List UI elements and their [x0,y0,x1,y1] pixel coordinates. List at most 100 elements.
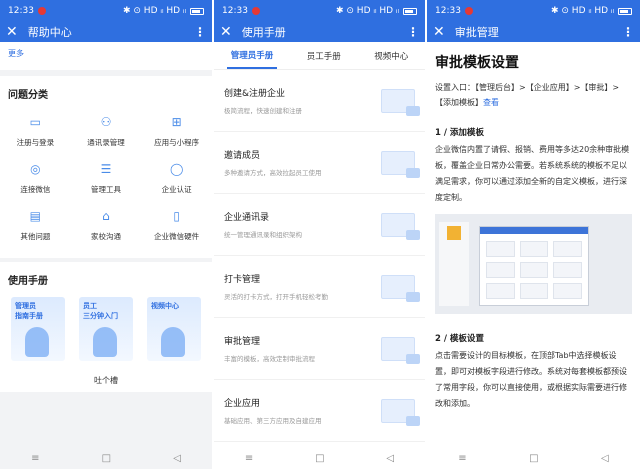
card-line2: 指南手册 [15,312,43,320]
more-menu-icon[interactable]: ⋮ [194,25,206,39]
sliders-icon: ☰ [100,162,112,176]
wechat-icon: ◎ [30,162,41,176]
guide-title: 审批管理 [224,337,261,347]
guide-title: 企业应用 [224,399,261,409]
manual-video-card[interactable]: 视频中心 [147,297,201,361]
guide-title: 企业通讯录 [224,213,270,223]
category-label: 应用与小程序 [154,138,200,147]
category-tools[interactable]: ☰ 管理工具 [71,162,142,195]
system-nav-bar: ≡ □ ◁ [427,447,640,469]
screenshot-dialog [479,226,589,306]
home-nav-icon[interactable]: □ [529,453,538,464]
status-bar: 12:33 ✱ ⊙ HD ᵢₗ HD ᵢₗ [427,0,640,22]
manual-tabs: 管理员手册 员工手册 视频中心 [214,42,425,70]
close-icon[interactable]: ✕ [433,25,445,39]
guide-item[interactable]: 创建&注册企业 极简流程，快速创建和注册 [214,70,425,132]
feedback-link[interactable]: 吐个槽 [0,367,212,386]
person-illustration-icon [161,327,185,357]
category-wechat[interactable]: ◎ 连接微信 [0,162,71,195]
page-title: 帮助中心 [27,26,72,39]
guide-item[interactable]: 企业应用基础应用、第三方应用及自建应用 [214,380,425,442]
category-label: 其他问题 [20,232,51,241]
category-other[interactable]: ▤ 其他问题 [0,209,71,242]
apps-grid-icon: ⊞ [171,115,182,129]
guide-subtitle: 统一管理通讯录和组织架构 [224,231,302,239]
more-link[interactable]: 更多 [0,42,212,70]
category-label: 管理工具 [90,185,121,194]
title-bar: ✕ 审批管理 ⋮ [427,22,640,42]
category-label: 注册与登录 [16,138,55,147]
apps-illustration-icon [381,398,420,426]
home-nav-icon[interactable]: □ [102,453,111,464]
person-illustration-icon [93,327,117,357]
back-nav-icon[interactable]: ◁ [386,453,394,464]
category-hardware[interactable]: ▯ 企业微信硬件 [141,209,212,242]
approval-management-screen: 12:33 ✱ ⊙ HD ᵢₗ HD ᵢₗ ✕ 审批管理 ⋮ 审批模板设置 设置… [427,0,640,469]
manuals-section: 使用手册 管理员指南手册 员工三分钟入门 视频中心 吐个槽 [0,262,212,392]
signal-icons: ✱ ⊙ HD ᵢₗ HD ᵢₗ [336,6,399,16]
clock-in-illustration-icon [381,274,420,302]
category-school[interactable]: ⌂ 家校沟通 [71,209,142,242]
page-title: 使用手册 [241,26,286,39]
invite-illustration-icon [381,150,420,178]
page-title: 审批管理 [454,26,499,39]
close-icon[interactable]: ✕ [220,25,232,39]
battery-icon [403,7,417,15]
guide-title: 创建&注册企业 [224,89,286,99]
guide-subtitle: 基础应用、第三方应用及自建应用 [224,417,322,425]
category-label: 企业微信硬件 [154,232,200,241]
tab-admin-manual[interactable]: 管理员手册 [226,43,278,69]
guide-subtitle: 丰富的模板，高效定制审批流程 [224,355,315,363]
device-icon: ▯ [173,209,180,223]
notification-icon [464,7,473,15]
view-link[interactable]: 查看 [483,98,499,107]
category-label: 连接微信 [20,185,51,194]
back-nav-icon[interactable]: ◁ [601,453,609,464]
home-nav-icon[interactable]: □ [315,453,324,464]
status-time: 12:33 [222,6,248,16]
chart-doc-icon: ▤ [29,209,41,223]
menu-nav-icon[interactable]: ≡ [458,453,466,464]
guide-subtitle: 灵活的打卡方式，打开手机轻松考勤 [224,293,328,301]
menu-nav-icon[interactable]: ≡ [31,453,39,464]
tab-video-center[interactable]: 视频中心 [370,44,412,68]
manual-admin-card[interactable]: 管理员 指南手册 [11,297,65,361]
title-bar: ✕ 帮助中心 ⋮ [0,22,212,42]
section-title: 问题分类 [8,90,48,101]
card-line1: 管理员 [15,302,36,310]
org-chart-icon: ⚇ [100,115,112,129]
category-label: 企业认证 [161,185,192,194]
section-title: 使用手册 [8,276,48,287]
category-label: 通讯录管理 [87,138,125,147]
close-icon[interactable]: ✕ [6,25,18,39]
tab-staff-manual[interactable]: 员工手册 [303,44,345,68]
battery-icon [190,7,204,15]
category-register-login[interactable]: ▭ 注册与登录 [0,115,71,148]
guide-item[interactable]: 打卡管理 灵活的打卡方式，打开手机轻松考勤 [214,256,425,318]
status-time: 12:33 [8,6,34,16]
template-screenshot [435,214,632,314]
system-nav-bar: ≡ □ ◁ [214,447,425,469]
more-menu-icon[interactable]: ⋮ [622,25,634,39]
card-line1: 员工 [83,302,97,310]
manual-staff-card[interactable]: 员工 三分钟入门 [79,297,133,361]
question-categories: 问题分类 ▭ 注册与登录 ⚇ 通讯录管理 ⊞ 应用与小程序 ◎ 连接微信 ☰ 管理工具 ◯… [0,76,212,258]
notification-icon [251,7,260,15]
menu-nav-icon[interactable]: ≡ [245,453,253,464]
guide-item[interactable]: 邀请成员 多种邀请方式，高效拉起员工使用 [214,132,425,194]
guide-item[interactable]: 企业通讯录统一管理通讯录和组织架构 [214,194,425,256]
user-manual-screen: 12:33 ✱ ⊙ HD ᵢₗ HD ᵢₗ ✕ 使用手册 ⋮ 管理员手册 员工手… [214,0,425,469]
category-label: 家校沟通 [90,232,121,241]
help-center-screen: 12:33 ✱ ⊙ HD ᵢₗ HD ᵢₗ ✕ 帮助中心 ⋮ 更多 问题分类 ▭… [0,0,212,469]
back-nav-icon[interactable]: ◁ [173,453,181,464]
step1-text: 企业微信内置了请假、报销、费用等多达20余种审批模板，覆盖企业日常办公需要。若系… [435,145,630,202]
category-apps[interactable]: ⊞ 应用与小程序 [141,115,212,148]
step1-title: 1 / 添加模板 [435,128,484,138]
more-menu-icon[interactable]: ⋮ [407,25,419,39]
guide-item[interactable]: 审批管理丰富的模板，高效定制审批流程 [214,318,425,380]
category-certification[interactable]: ◯ 企业认证 [141,162,212,195]
category-contacts[interactable]: ⚇ 通讯录管理 [71,115,142,148]
notification-icon [37,7,46,15]
card-line2: 三分钟入门 [83,312,118,320]
graduation-cap-icon: ⌂ [102,209,110,223]
